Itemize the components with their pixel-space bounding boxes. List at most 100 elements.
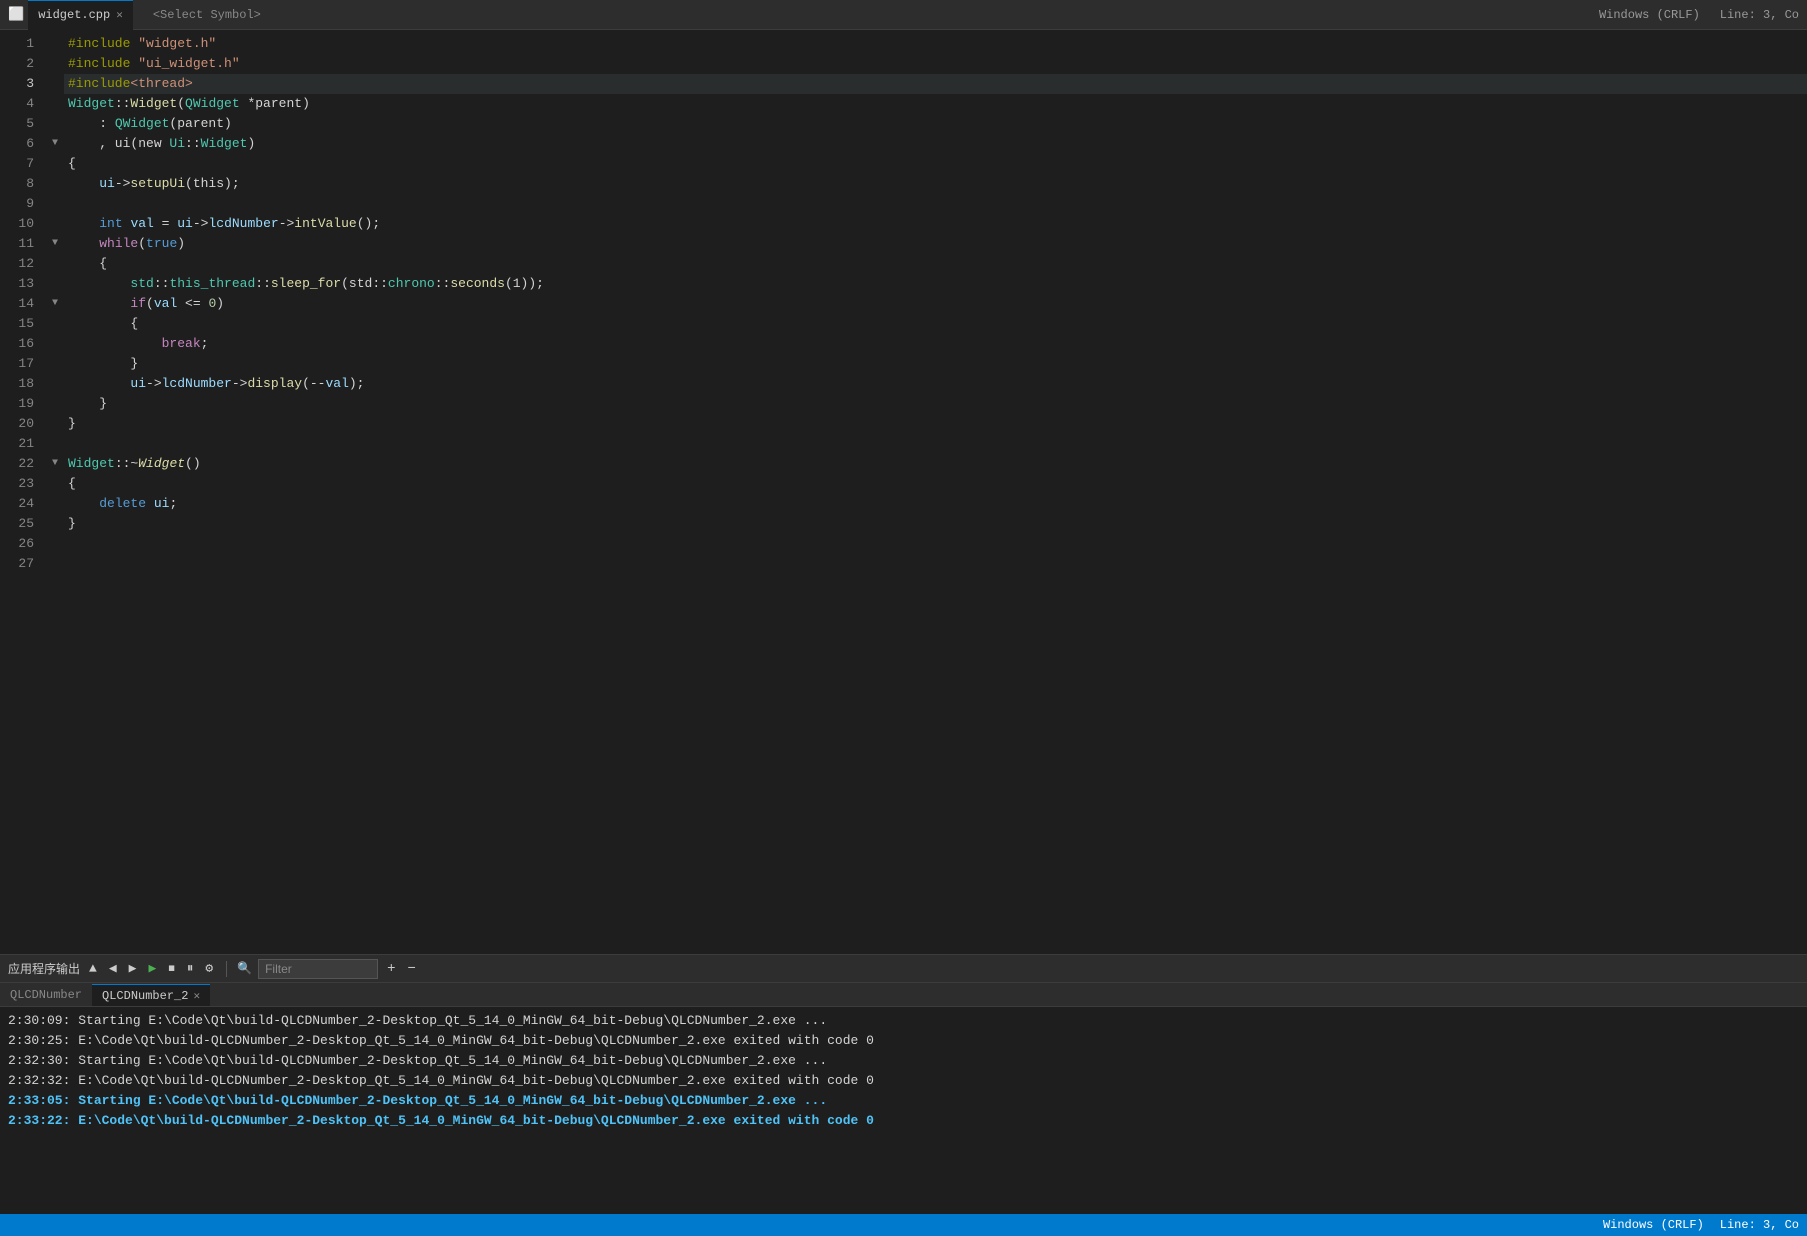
output-toolbar-label: 应用程序输出: [8, 960, 80, 977]
line-number: 8: [8, 174, 34, 194]
fold-arrow: [46, 214, 64, 234]
settings-icon[interactable]: ⚙: [202, 961, 216, 976]
fold-arrow: [46, 534, 64, 554]
line-number: 14: [8, 294, 34, 314]
code-line[interactable]: [64, 434, 1807, 454]
output-tab-close-icon[interactable]: ✕: [193, 989, 200, 1003]
title-bar-right: Windows (CRLF) Line: 3, Co: [1599, 8, 1799, 22]
code-line[interactable]: , ui(new Ui::Widget): [64, 134, 1807, 154]
code-line[interactable]: }: [64, 514, 1807, 534]
output-tab-qlcdnumber[interactable]: QLCDNumber: [0, 984, 92, 1006]
status-encoding: Windows (CRLF): [1603, 1218, 1704, 1232]
fold-arrow[interactable]: ▼: [46, 294, 64, 314]
output-toolbar: 应用程序输出 ▲ ◀ ▶ ▶ ⏹ ⏸ ⚙ 🔍 + −: [0, 955, 1807, 983]
output-line: 2:33:05: Starting E:\Code\Qt\build-QLCDN…: [8, 1091, 1799, 1111]
tab-close-icon[interactable]: ✕: [116, 8, 123, 22]
fold-arrow: [46, 434, 64, 454]
code-line[interactable]: {: [64, 154, 1807, 174]
status-cursor: Line: 3, Co: [1720, 1218, 1799, 1232]
output-content: 2:30:09: Starting E:\Code\Qt\build-QLCDN…: [0, 1007, 1807, 1214]
line-number: 2: [8, 54, 34, 74]
fold-arrow: [46, 74, 64, 94]
code-line[interactable]: Widget::~Widget(): [64, 454, 1807, 474]
output-line: 2:32:32: E:\Code\Qt\build-QLCDNumber_2-D…: [8, 1071, 1799, 1091]
fold-arrow: [46, 354, 64, 374]
output-tabs: QLCDNumber QLCDNumber_2 ✕: [0, 983, 1807, 1007]
line-number: 20: [8, 414, 34, 434]
code-line[interactable]: }: [64, 414, 1807, 434]
code-area[interactable]: #include "widget.h"#include "ui_widget.h…: [64, 30, 1807, 954]
line-number: 3: [8, 74, 34, 94]
code-line[interactable]: #include "ui_widget.h": [64, 54, 1807, 74]
code-line[interactable]: ui->setupUi(this);: [64, 174, 1807, 194]
code-line[interactable]: #include "widget.h": [64, 34, 1807, 54]
code-line[interactable]: : QWidget(parent): [64, 114, 1807, 134]
line-number: 27: [8, 554, 34, 574]
code-line[interactable]: #include<thread>: [64, 74, 1807, 94]
line-number: 25: [8, 514, 34, 534]
code-line[interactable]: {: [64, 474, 1807, 494]
run-icon[interactable]: ▶: [145, 961, 159, 976]
code-line[interactable]: if(val <= 0): [64, 294, 1807, 314]
fold-arrow: [46, 154, 64, 174]
fold-arrow: [46, 494, 64, 514]
code-line[interactable]: break;: [64, 334, 1807, 354]
line-number: 1: [8, 34, 34, 54]
fold-column: ▼ ▼ ▼ ▼: [46, 30, 64, 954]
fold-arrow: [46, 514, 64, 534]
code-line[interactable]: }: [64, 394, 1807, 414]
output-line: 2:32:30: Starting E:\Code\Qt\build-QLCDN…: [8, 1051, 1799, 1071]
tab-select-symbol[interactable]: <Select Symbol>: [143, 0, 271, 30]
scroll-right-icon[interactable]: ▶: [126, 961, 140, 976]
output-line: 2:30:09: Starting E:\Code\Qt\build-QLCDN…: [8, 1011, 1799, 1031]
line-number: 10: [8, 214, 34, 234]
search-icon: 🔍: [237, 961, 252, 976]
line-number: 17: [8, 354, 34, 374]
line-number: 13: [8, 274, 34, 294]
scroll-up-icon[interactable]: ▲: [86, 961, 100, 976]
code-line[interactable]: [64, 554, 1807, 574]
code-line[interactable]: int val = ui->lcdNumber->intValue();: [64, 214, 1807, 234]
code-line[interactable]: delete ui;: [64, 494, 1807, 514]
fold-arrow[interactable]: ▼: [46, 454, 64, 474]
minus-button[interactable]: −: [405, 961, 419, 977]
line-number: 21: [8, 434, 34, 454]
tab-widget-cpp[interactable]: widget.cpp ✕: [28, 0, 133, 30]
code-line[interactable]: ui->lcdNumber->display(--val);: [64, 374, 1807, 394]
stop-icon[interactable]: ⏹: [165, 961, 178, 976]
pause-icon[interactable]: ⏸: [184, 961, 197, 976]
fold-arrow: [46, 274, 64, 294]
status-bar: Windows (CRLF) Line: 3, Co: [0, 1214, 1807, 1236]
line-number: 19: [8, 394, 34, 414]
code-line[interactable]: {: [64, 254, 1807, 274]
code-editor[interactable]: 1234567891011121314151617181920212223242…: [0, 30, 1807, 954]
line-number: 11: [8, 234, 34, 254]
code-line[interactable]: Widget::Widget(QWidget *parent): [64, 94, 1807, 114]
fold-arrow: [46, 94, 64, 114]
status-right: Windows (CRLF) Line: 3, Co: [1603, 1218, 1799, 1232]
fold-arrow: [46, 34, 64, 54]
fold-arrow[interactable]: ▼: [46, 134, 64, 154]
fold-arrow: [46, 394, 64, 414]
code-line[interactable]: {: [64, 314, 1807, 334]
filter-input[interactable]: [258, 959, 378, 979]
fold-arrow: [46, 334, 64, 354]
code-line[interactable]: std::this_thread::sleep_for(std::chrono:…: [64, 274, 1807, 294]
editor-container: 1234567891011121314151617181920212223242…: [0, 30, 1807, 1236]
code-line[interactable]: [64, 194, 1807, 214]
code-line[interactable]: }: [64, 354, 1807, 374]
tab-label: widget.cpp: [38, 8, 110, 22]
fold-arrow: [46, 254, 64, 274]
output-tab-qlcdnumber2[interactable]: QLCDNumber_2 ✕: [92, 984, 210, 1006]
code-line[interactable]: [64, 534, 1807, 554]
fold-arrow[interactable]: ▼: [46, 234, 64, 254]
file-icon: ⬜: [8, 7, 24, 22]
line-number: 4: [8, 94, 34, 114]
line-number: 12: [8, 254, 34, 274]
code-line[interactable]: while(true): [64, 234, 1807, 254]
plus-button[interactable]: +: [384, 961, 398, 977]
line-number: 7: [8, 154, 34, 174]
fold-arrow: [46, 314, 64, 334]
line-number: 18: [8, 374, 34, 394]
scroll-left-icon[interactable]: ◀: [106, 961, 120, 976]
